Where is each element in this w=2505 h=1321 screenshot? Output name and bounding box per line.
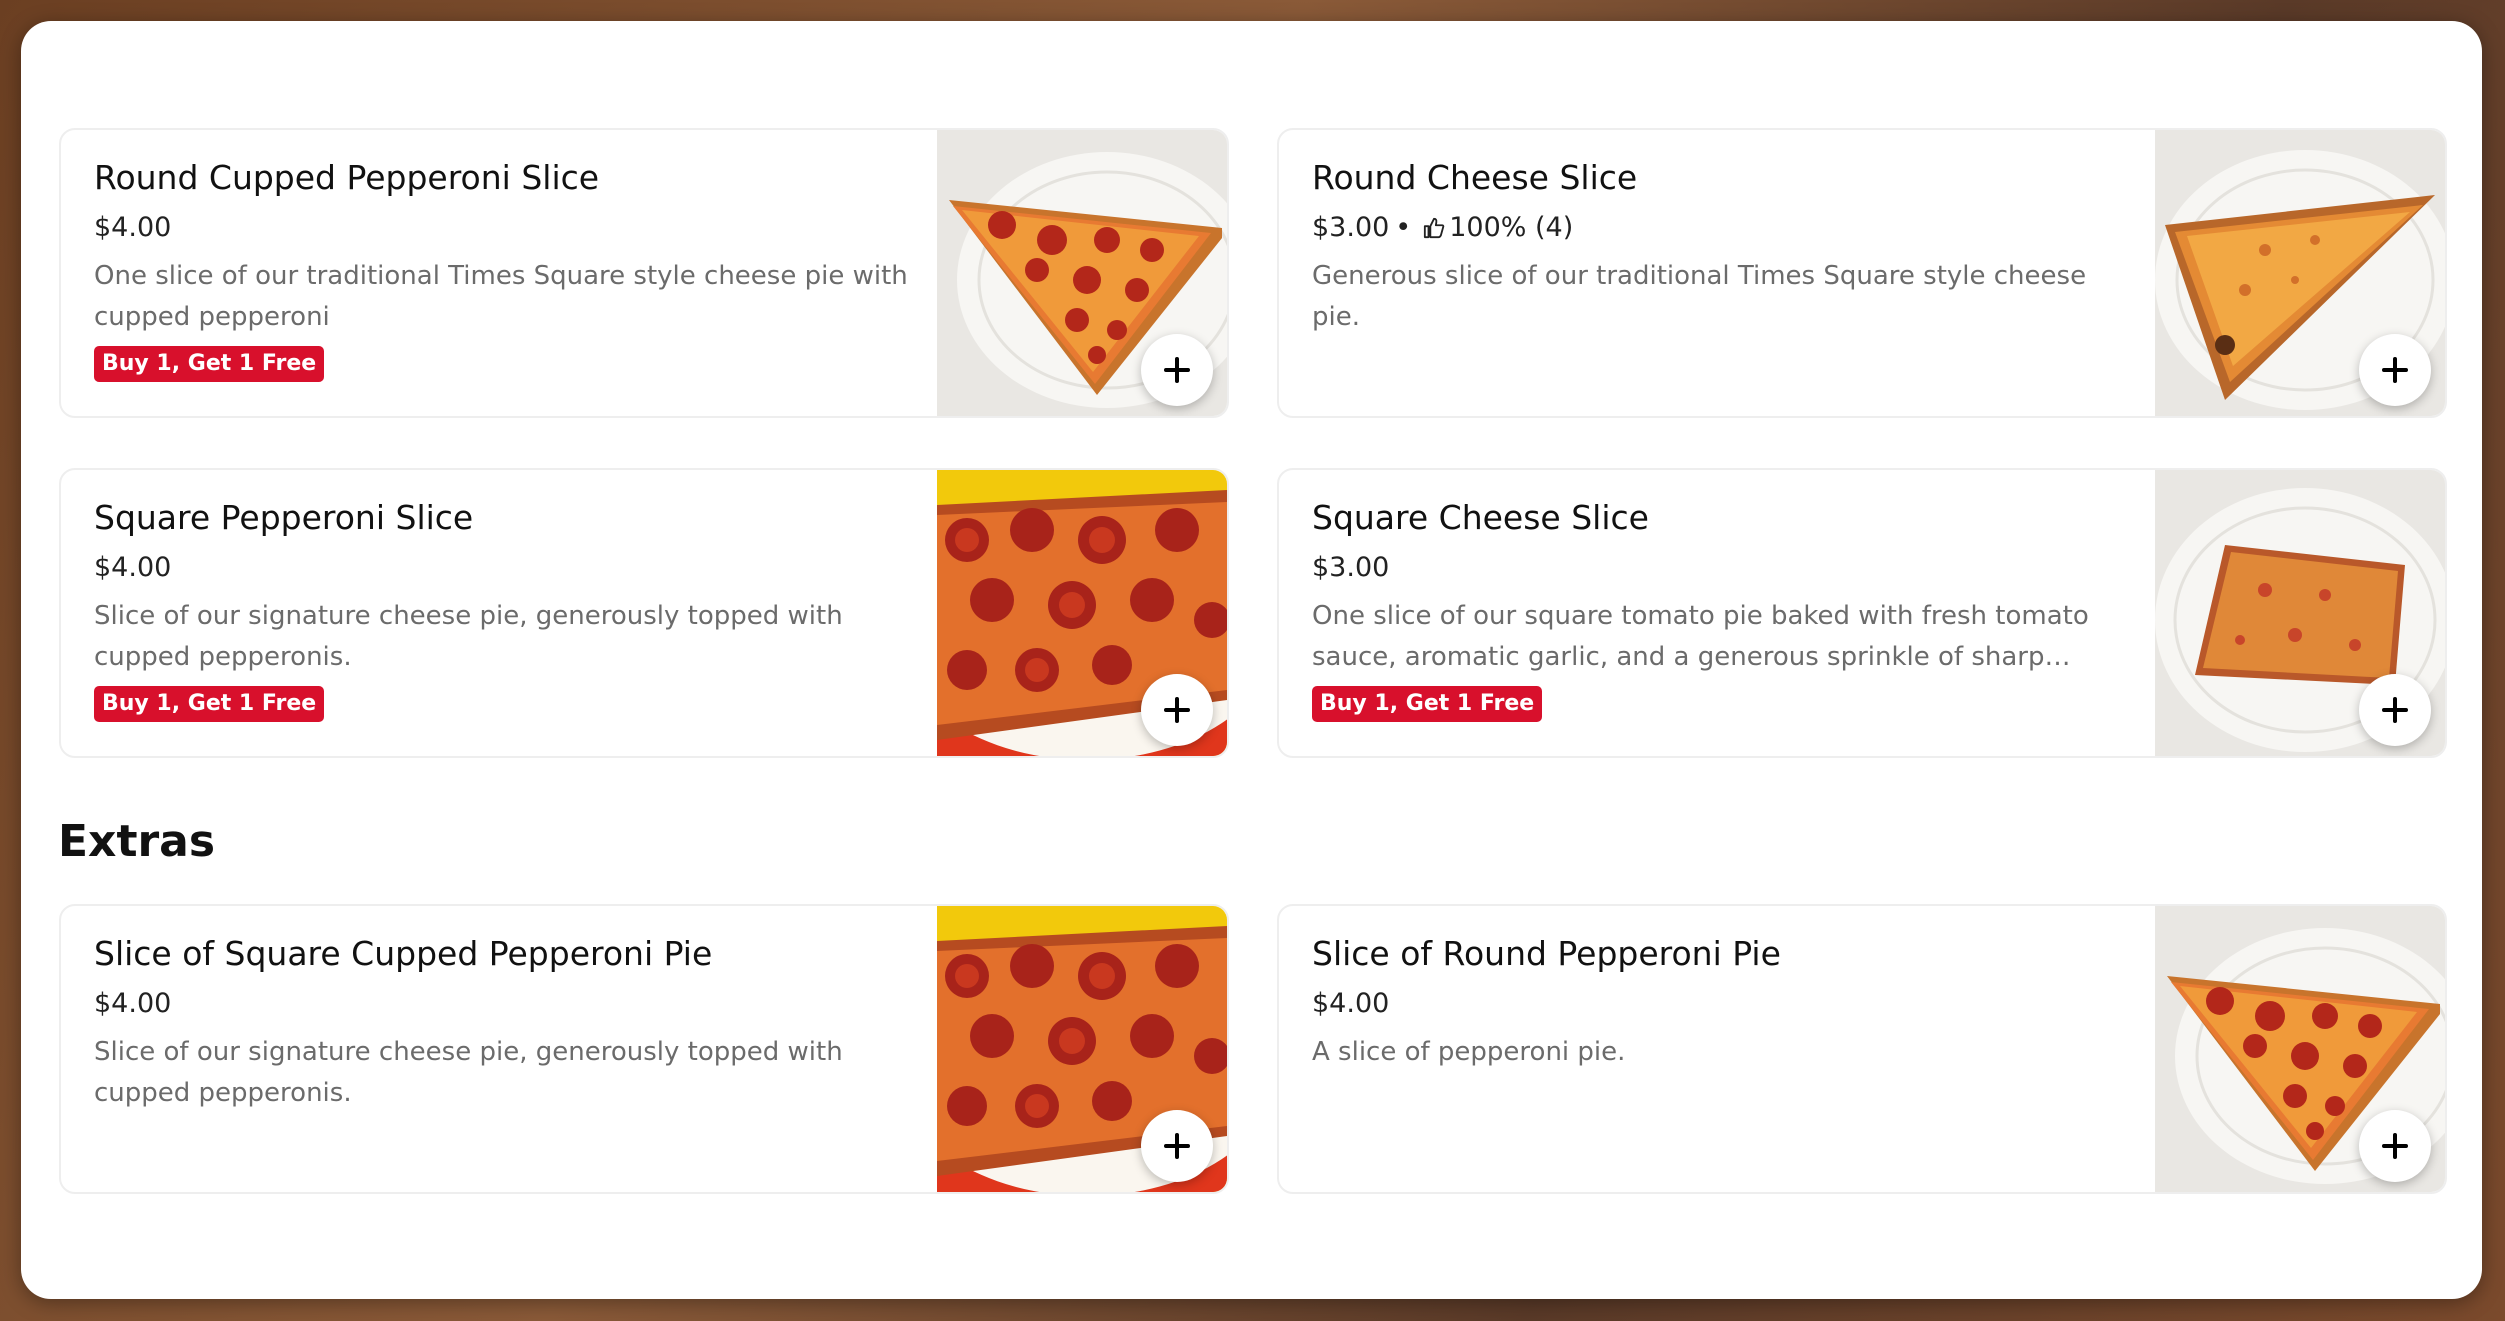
thumbs-up-icon bbox=[1424, 217, 1445, 238]
item-description: Slice of our signature cheese pie, gener… bbox=[94, 1036, 843, 1108]
menu-item-card[interactable]: Square Cheese Slice $3.00 One slice of o… bbox=[1277, 468, 2447, 758]
promo-badge: Buy 1, Get 1 Free bbox=[1312, 685, 1543, 722]
menu-item-card[interactable]: Slice of Square Cupped Pepperoni Pie $4.… bbox=[59, 904, 1229, 1194]
item-image[interactable] bbox=[937, 906, 1227, 1192]
plus-icon bbox=[1164, 697, 1190, 723]
item-image[interactable] bbox=[2155, 470, 2445, 756]
item-description: One slice of our square tomato pie baked… bbox=[1312, 600, 2089, 672]
add-to-cart-button[interactable] bbox=[1141, 674, 1213, 746]
item-description: A slice of pepperoni pie. bbox=[1312, 1036, 1626, 1067]
menu-item-card[interactable]: Round Cheese Slice $3.00 • 100% (4) Gene… bbox=[1277, 128, 2447, 418]
item-price: $3.00 bbox=[1312, 211, 1390, 243]
item-image[interactable] bbox=[937, 470, 1227, 756]
item-description: Slice of our signature cheese pie, gener… bbox=[94, 600, 843, 672]
item-price: $3.00 bbox=[1312, 551, 1390, 583]
plus-icon bbox=[1164, 357, 1190, 383]
item-price: $4.00 bbox=[94, 211, 172, 243]
item-price-row: $4.00 bbox=[94, 988, 924, 1020]
menu-window: Round Cupped Pepperoni Slice $4.00 One s… bbox=[21, 21, 2482, 1299]
item-price-row: $3.00 • 100% (4) bbox=[1312, 212, 2142, 244]
plus-icon bbox=[2382, 357, 2408, 383]
item-title: Round Cupped Pepperoni Slice bbox=[94, 158, 600, 197]
item-price: $4.00 bbox=[94, 987, 172, 1019]
item-image[interactable] bbox=[2155, 130, 2445, 416]
item-price: $4.00 bbox=[1312, 987, 1390, 1019]
add-to-cart-button[interactable] bbox=[1141, 1110, 1213, 1182]
item-title: Slice of Round Pepperoni Pie bbox=[1312, 934, 1781, 973]
item-price-row: $3.00 bbox=[1312, 552, 2142, 584]
add-to-cart-button[interactable] bbox=[2359, 334, 2431, 406]
menu-item-card[interactable]: Slice of Round Pepperoni Pie $4.00 A sli… bbox=[1277, 904, 2447, 1194]
plus-icon bbox=[2382, 697, 2408, 723]
plus-icon bbox=[1164, 1133, 1190, 1159]
add-to-cart-button[interactable] bbox=[2359, 1110, 2431, 1182]
promo-badge: Buy 1, Get 1 Free bbox=[94, 345, 325, 382]
section-title-extras: Extras bbox=[58, 816, 216, 867]
item-title: Round Cheese Slice bbox=[1312, 158, 1638, 197]
promo-badge: Buy 1, Get 1 Free bbox=[94, 685, 325, 722]
item-price-row: $4.00 bbox=[94, 212, 924, 244]
menu-item-card[interactable]: Square Pepperoni Slice $4.00 Slice of ou… bbox=[59, 468, 1229, 758]
item-description: Generous slice of our traditional Times … bbox=[1312, 260, 2087, 332]
item-title: Square Cheese Slice bbox=[1312, 498, 1649, 537]
item-price-row: $4.00 bbox=[1312, 988, 2142, 1020]
menu-item-card[interactable]: Round Cupped Pepperoni Slice $4.00 One s… bbox=[59, 128, 1229, 418]
item-title: Slice of Square Cupped Pepperoni Pie bbox=[94, 934, 713, 973]
item-description: One slice of our traditional Times Squar… bbox=[94, 260, 908, 332]
item-price: $4.00 bbox=[94, 551, 172, 583]
item-rating: 100% (4) bbox=[1449, 211, 1574, 243]
item-image[interactable] bbox=[2155, 906, 2445, 1192]
item-price-row: $4.00 bbox=[94, 552, 924, 584]
item-image[interactable] bbox=[937, 130, 1227, 416]
plus-icon bbox=[2382, 1133, 2408, 1159]
add-to-cart-button[interactable] bbox=[2359, 674, 2431, 746]
add-to-cart-button[interactable] bbox=[1141, 334, 1213, 406]
item-title: Square Pepperoni Slice bbox=[94, 498, 474, 537]
separator-dot: • bbox=[1395, 211, 1412, 243]
